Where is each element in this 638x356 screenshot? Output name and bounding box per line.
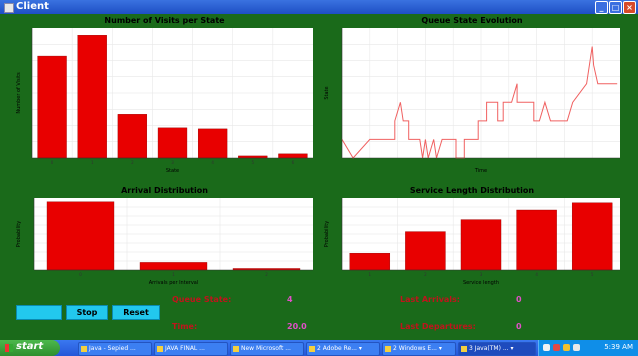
start-button-taskbar[interactable]: start [0, 340, 60, 356]
taskbar: start Java - Sepied ... JAVA FINAL ... N… [0, 340, 638, 356]
y-axis-label: State [324, 86, 330, 99]
visits-chart: 0 1 2 3 4 5 6 State Number of Visits [16, 28, 313, 174]
queue-chart: Time State [324, 28, 620, 174]
x-tick-label: 5 [591, 272, 594, 277]
taskbar-item-label: 2 Adobe Re... ▾ [317, 345, 362, 352]
x-tick-label: 2 [265, 272, 268, 277]
app-icon [385, 346, 391, 352]
y-axis-label: Probability [16, 221, 22, 247]
x-tick-label: 4 [211, 160, 214, 165]
taskbar-item-label: New Microsoft ... [241, 345, 291, 352]
taskbar-item-java[interactable]: 3 Java(TM) ... ▾ [458, 342, 536, 356]
bar [238, 155, 268, 159]
queue-state-value: 4 [287, 295, 293, 304]
windows-logo-icon [5, 344, 13, 352]
taskbar-item-label: 2 Windows E... ▾ [393, 345, 442, 352]
window-title: Client [16, 1, 49, 12]
y-axis-label: Probability [324, 221, 330, 247]
bar [349, 252, 391, 271]
bar [139, 262, 208, 271]
taskbar-item-windows-explorer[interactable]: 2 Windows E... ▾ [382, 342, 456, 356]
taskbar-item-label: JAVA FINAL ... [165, 345, 205, 352]
queue-state-label: Queue State: [172, 295, 232, 304]
taskbar-item-adobe-reader[interactable]: 2 Adobe Re... ▾ [306, 342, 380, 356]
x-tick-label: 6 [292, 160, 295, 165]
last-arrivals-value: 0 [516, 295, 522, 304]
bar [77, 35, 107, 159]
bar [516, 209, 557, 271]
bar [278, 153, 308, 159]
time-value: 20.0 [287, 322, 307, 331]
bar [405, 231, 446, 271]
app-icon [157, 346, 163, 352]
last-arrivals-label: Last Arrivals: [400, 295, 461, 304]
app-icon [309, 346, 315, 352]
taskbar-item-label: 3 Java(TM) ... ▾ [469, 345, 514, 352]
arrival-chart: 0 1 2 Arrivals per Interval Probability [16, 198, 313, 286]
visits-panel: Number of Visits per State 0 1 2 3 4 5 6 State N… [12, 16, 317, 174]
service-chart: 1 2 3 4 5 Service length Probability [324, 198, 620, 286]
maximize-button[interactable]: □ [609, 1, 622, 14]
x-axis-label: Arrivals per Interval [149, 280, 198, 286]
app-icon [4, 3, 14, 13]
app-icon [233, 346, 239, 352]
x-tick-label: 5 [252, 160, 255, 165]
window-title-bar[interactable]: Client _ □ × [0, 0, 638, 14]
reset-button[interactable]: Reset [112, 305, 160, 320]
bar [571, 202, 613, 271]
tray-icon[interactable] [563, 344, 570, 351]
x-tick-label: 1 [369, 272, 372, 277]
bar [460, 219, 502, 271]
app-icon [81, 346, 87, 352]
bar [157, 127, 188, 159]
queue-panel: Queue State Evolution Time State [320, 16, 624, 174]
x-tick-label: 2 [424, 272, 427, 277]
taskbar-item-java-sepied[interactable]: Java - Sepied ... [78, 342, 152, 356]
stop-button[interactable]: Stop [66, 305, 108, 320]
taskbar-item-java-final[interactable]: JAVA FINAL ... [154, 342, 228, 356]
x-tick-label: 3 [480, 272, 483, 277]
y-axis-label: Number of Visits [16, 72, 22, 114]
taskbar-item-new-microsoft[interactable]: New Microsoft ... [230, 342, 304, 356]
tray-icon[interactable] [573, 344, 580, 351]
x-tick-label: 0 [51, 160, 54, 165]
last-departures-value: 0 [516, 322, 522, 331]
x-tick-label: 2 [131, 160, 134, 165]
close-button[interactable]: × [623, 1, 636, 14]
x-axis-label: Time [474, 168, 487, 174]
start-button[interactable] [16, 305, 62, 320]
control-area: Stop Reset Queue State: 4 Time: 20.0 Las… [0, 292, 638, 340]
last-departures-label: Last Departures: [400, 322, 476, 331]
tray-icon[interactable] [553, 344, 560, 351]
service-panel: Service Length Distribution 1 2 3 4 5 Service… [320, 186, 624, 286]
app-icon [461, 346, 467, 352]
arrival-panel: Arrival Distribution 0 1 2 Arrivals per Int… [12, 186, 317, 286]
clock: 5:39 AM [604, 343, 633, 351]
bar [46, 201, 115, 271]
bar [117, 114, 148, 159]
x-tick-label: 4 [535, 272, 538, 277]
x-tick-label: 0 [79, 272, 82, 277]
time-label: Time: [172, 322, 198, 331]
system-tray: 5:39 AM [538, 340, 638, 356]
bar [37, 55, 67, 159]
tray-icon[interactable] [543, 344, 550, 351]
x-axis-label: Service length [463, 280, 499, 286]
x-tick-label: 3 [171, 160, 174, 165]
x-axis-label: State [166, 168, 179, 174]
minimize-button[interactable]: _ [595, 1, 608, 14]
x-tick-label: 1 [172, 272, 175, 277]
taskbar-item-label: Java - Sepied ... [89, 345, 136, 352]
bar [197, 128, 228, 159]
x-tick-label: 1 [91, 160, 94, 165]
start-label: start [16, 341, 44, 352]
